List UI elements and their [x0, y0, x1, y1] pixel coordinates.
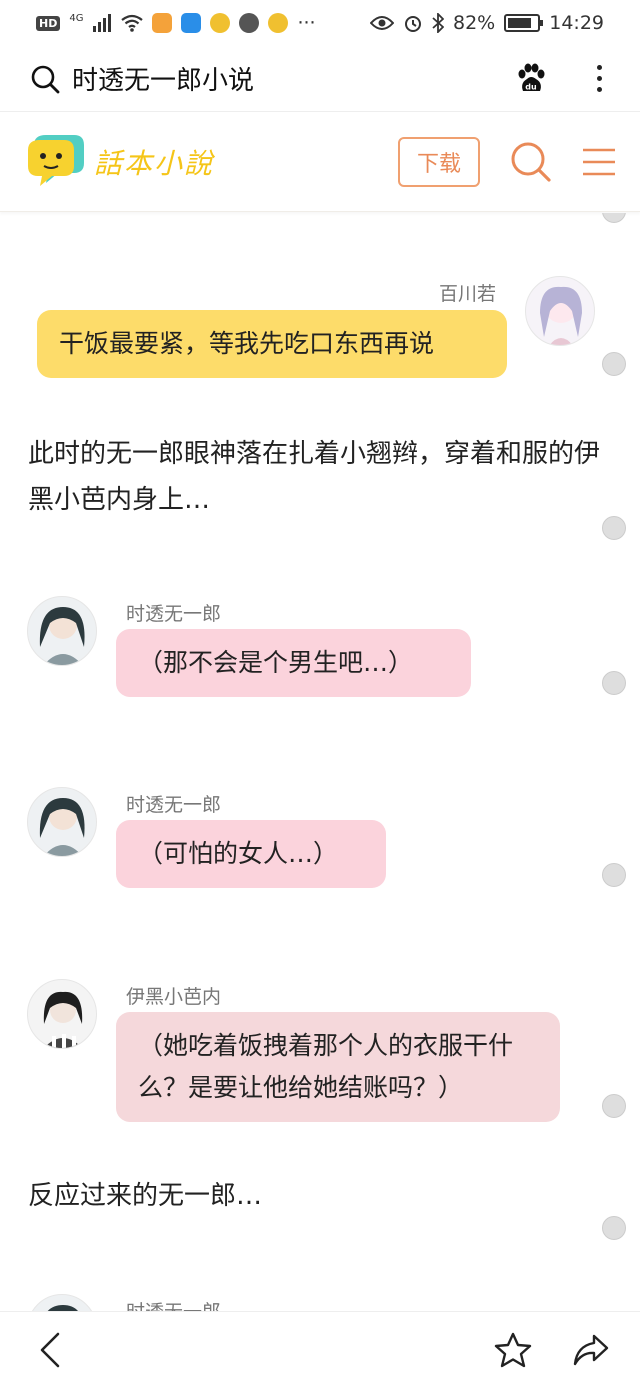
side-indicator-dot	[602, 863, 626, 887]
side-indicator-dot	[602, 352, 626, 376]
signal-icon	[93, 14, 112, 32]
narration-text: 此时的无一郎眼神落在扎着小翘辫，穿着和服的伊黑小芭内身上…	[28, 439, 601, 515]
hd-badge: HD	[36, 15, 61, 31]
avatar	[27, 787, 97, 857]
star-icon[interactable]	[494, 1332, 532, 1368]
status-right-icons: 82% 14:29	[370, 12, 604, 34]
eye-icon	[370, 16, 394, 30]
speaker-name: 时透无一郎	[126, 794, 222, 816]
side-indicator-dot	[602, 516, 626, 540]
speaker-name: 百川若	[438, 283, 496, 305]
search-query-text[interactable]: 时透无一郎小说	[72, 60, 254, 97]
side-indicator-dot	[602, 1094, 626, 1118]
svg-text:du: du	[525, 82, 537, 91]
browser-bottom-bar	[0, 1311, 640, 1387]
bluetooth-icon	[432, 13, 444, 33]
chat-bubble: （那不会是个男生吧…）	[116, 629, 471, 697]
network-type: 4G	[69, 12, 84, 24]
status-bar: HD 4G ··· 82% 14:29	[0, 0, 640, 46]
more-notifications-icon: ···	[297, 12, 316, 34]
speaker-name: 时透无一郎	[126, 1297, 221, 1311]
chat-bubble: （可怕的女人…）	[116, 820, 386, 888]
chat-bubble: （她吃着饭拽着那个人的衣服干什么？是要让他给她结账吗？）	[116, 1012, 560, 1122]
browser-address-bar[interactable]: 时透无一郎小说 du	[0, 46, 640, 112]
side-indicator-dot	[602, 1216, 626, 1240]
weibo-icon	[210, 13, 231, 33]
logo-icon[interactable]	[24, 134, 86, 190]
battery-percent: 82%	[453, 12, 496, 34]
wifi-icon	[121, 14, 144, 32]
clock: 14:29	[549, 12, 604, 34]
baidu-paw-icon[interactable]: du	[515, 63, 547, 95]
status-left-icons: HD 4G ···	[36, 12, 316, 34]
app-notification-icon	[181, 13, 202, 33]
speaker-name: 时透无一郎	[126, 603, 222, 625]
search-icon[interactable]	[30, 64, 60, 94]
search-icon[interactable]	[510, 141, 552, 183]
site-header: 話本小說 下载	[0, 112, 640, 212]
app-notification-icon	[152, 13, 173, 33]
share-icon[interactable]	[572, 1333, 610, 1367]
download-button[interactable]: 下载	[398, 136, 480, 187]
speaker-name: 伊黑小芭内	[126, 986, 222, 1008]
battery-icon	[504, 14, 544, 32]
avatar	[27, 979, 97, 1049]
avatar	[27, 596, 97, 666]
side-indicator-dot	[602, 213, 626, 223]
avatar	[525, 276, 595, 346]
back-icon[interactable]	[36, 1332, 66, 1368]
more-menu-icon[interactable]	[587, 65, 612, 92]
app-notification-icon	[239, 13, 260, 33]
menu-icon[interactable]	[582, 147, 616, 177]
avatar	[27, 1294, 97, 1311]
narration-text: 反应过来的无一郎…	[28, 1181, 263, 1211]
alarm-icon	[405, 16, 421, 32]
story-content[interactable]: 百川若 干饭最要紧，等我先吃口东西再说 此时的无一郎眼神落在扎着小翘辫，穿着和服…	[0, 213, 640, 1311]
side-indicator-dot	[602, 671, 626, 695]
weibo-icon	[268, 13, 289, 33]
chat-bubble: 干饭最要紧，等我先吃口东西再说	[37, 310, 507, 378]
logo-text[interactable]: 話本小說	[94, 142, 214, 182]
